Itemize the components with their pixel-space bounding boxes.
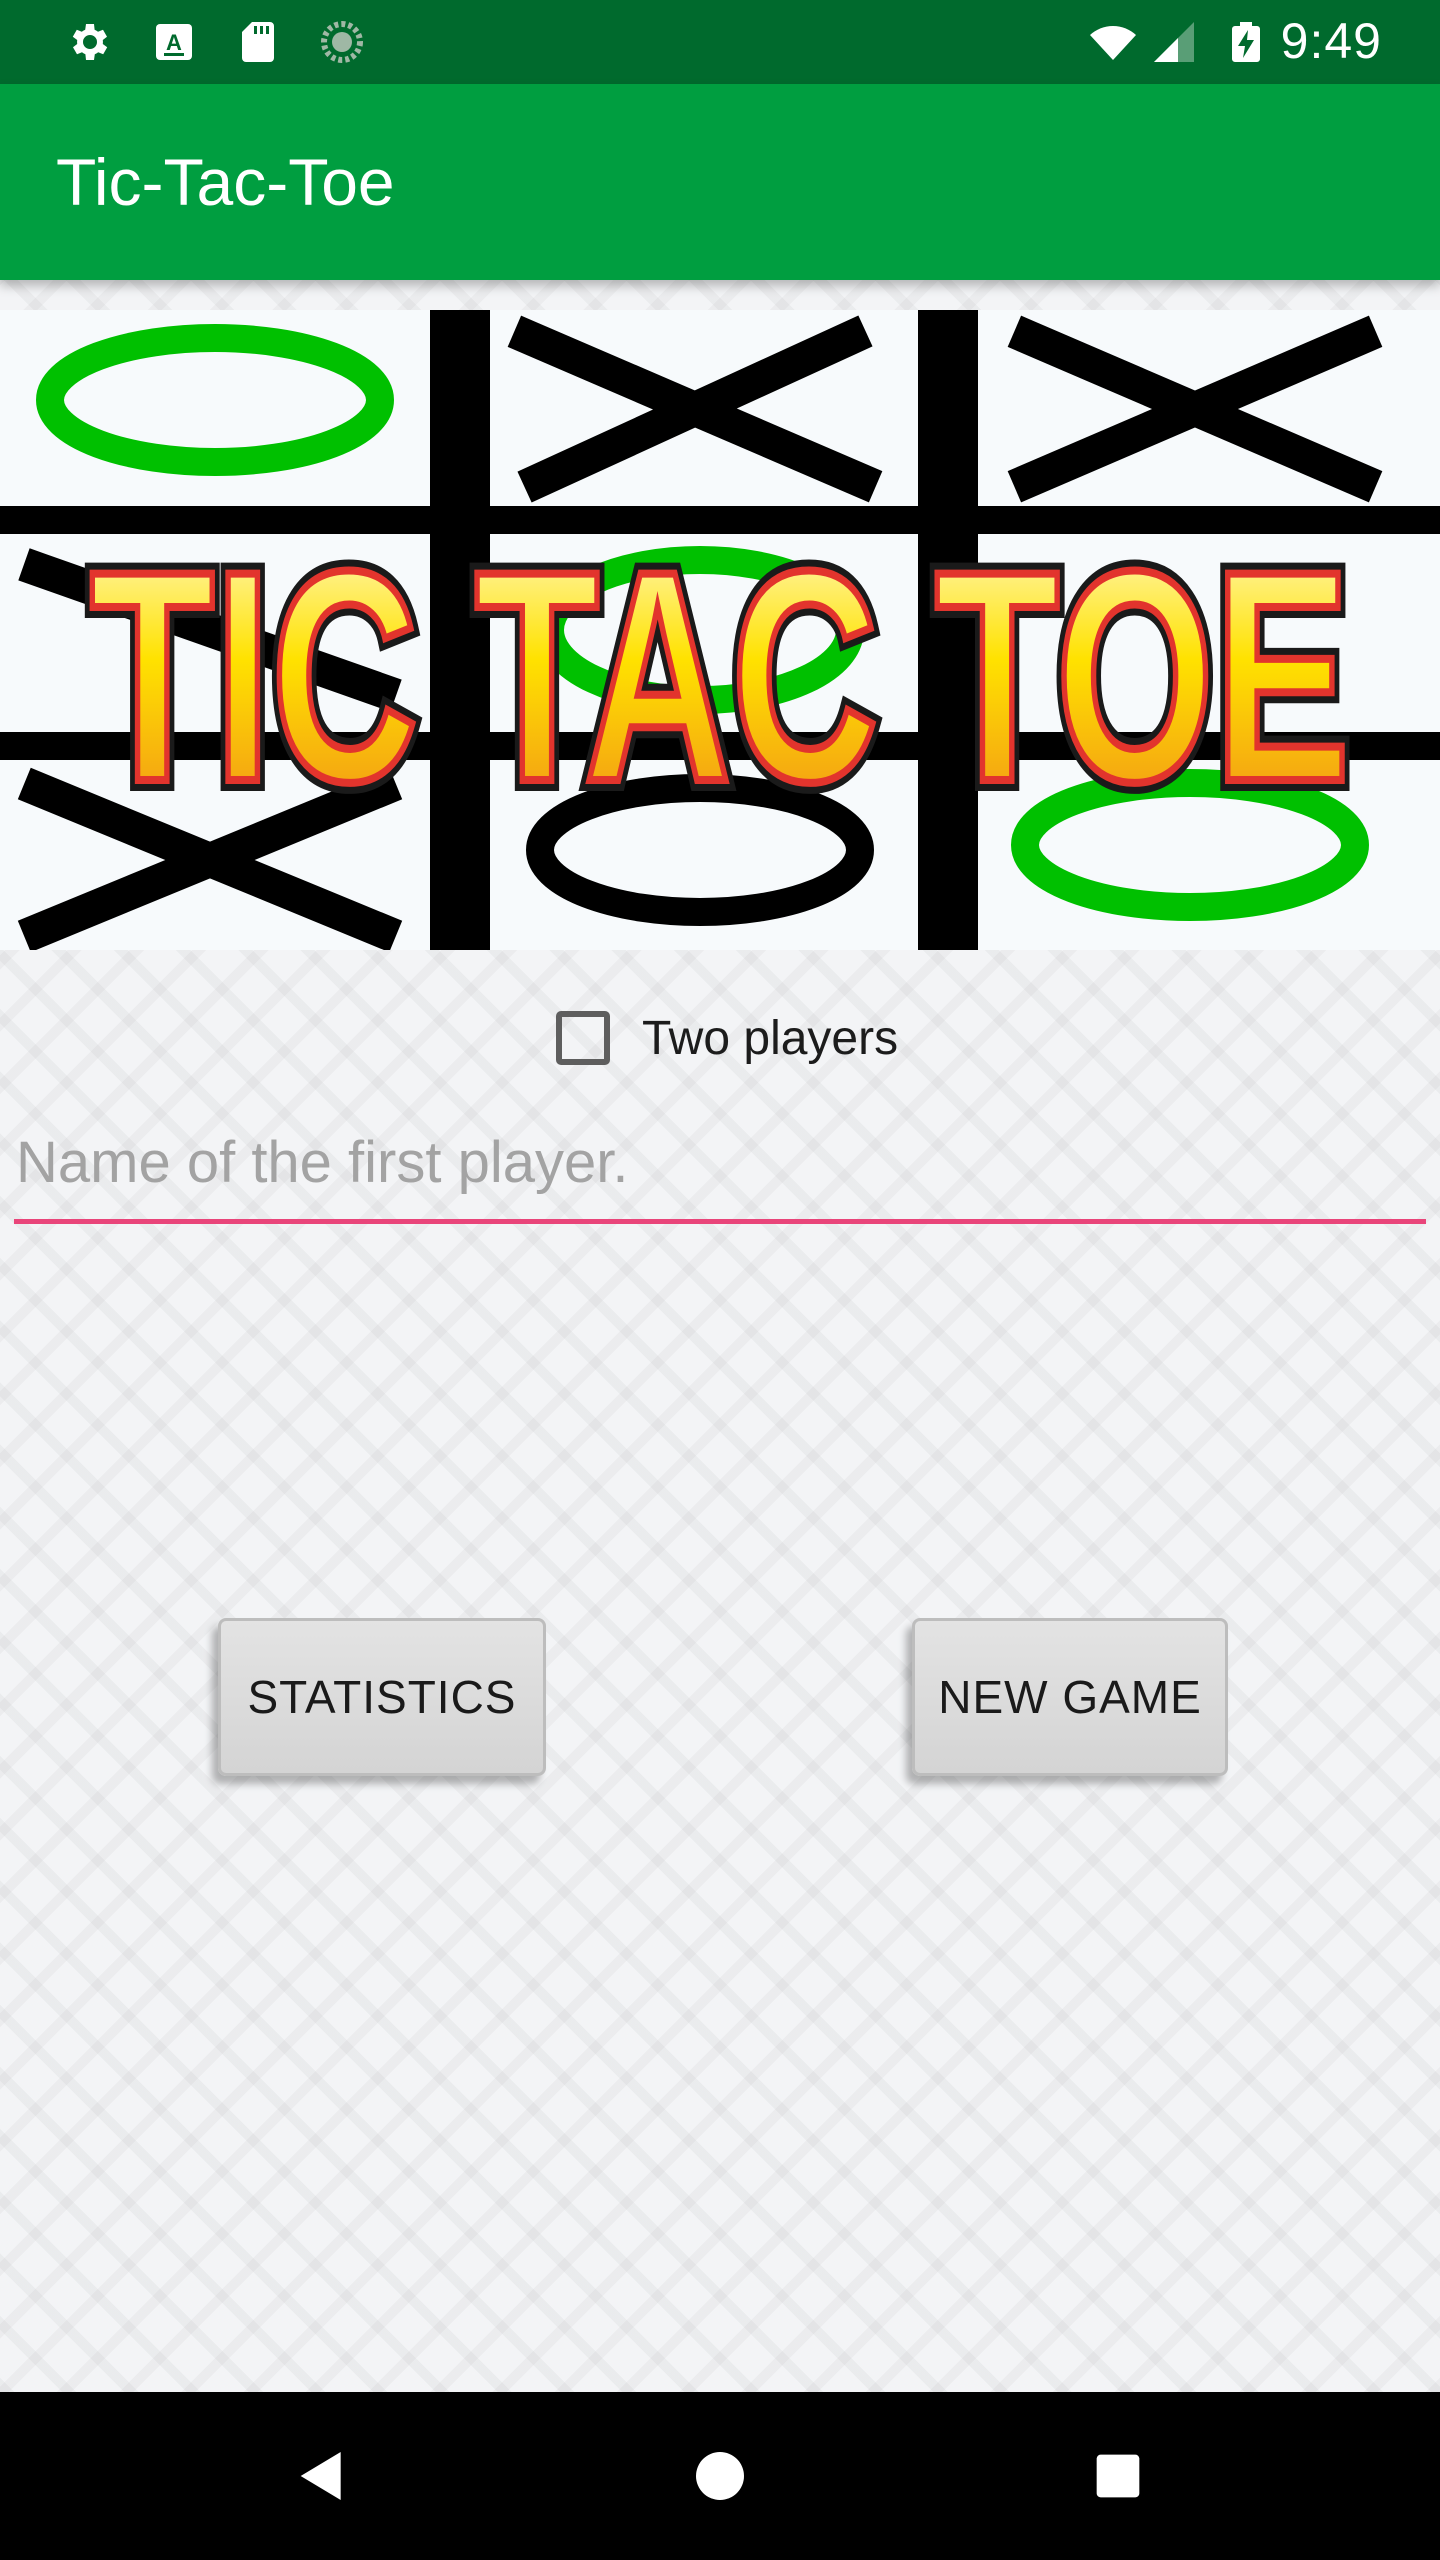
settings-icon — [72, 24, 108, 60]
sync-icon — [321, 21, 363, 63]
wifi-icon — [1090, 26, 1136, 60]
battery-charging-icon — [1232, 22, 1260, 62]
checkbox-icon[interactable] — [556, 1011, 610, 1065]
home-icon[interactable] — [688, 2444, 752, 2508]
two-players-label: Two players — [642, 1011, 899, 1065]
recents-icon[interactable] — [1086, 2444, 1150, 2508]
sd-card-icon — [242, 22, 274, 62]
navigation-bar — [0, 2392, 1440, 2560]
signal-icon — [1154, 22, 1194, 62]
first-player-name-input[interactable] — [14, 1120, 1426, 1224]
svg-text:TIC TAC TOE: TIC TAC TOE — [90, 508, 1350, 844]
two-players-checkbox[interactable]: Two players — [556, 1000, 898, 1076]
statistics-button[interactable]: STATISTICS — [218, 1618, 546, 1776]
banner-artwork: TIC TAC TOE TIC TAC TOE — [0, 310, 1440, 950]
app-title: Tic-Tac-Toe — [56, 145, 395, 219]
status-bar: A 9:49 — [0, 0, 1440, 84]
new-game-button[interactable]: NEW GAME — [912, 1618, 1228, 1776]
tic-tac-toe-banner-image: TIC TAC TOE TIC TAC TOE — [0, 310, 1440, 950]
a-keyboard-icon: A — [156, 24, 192, 60]
back-icon[interactable] — [290, 2444, 354, 2508]
clock: 9:49 — [1280, 13, 1382, 69]
svg-text:A: A — [166, 30, 182, 55]
app-bar: Tic-Tac-Toe — [0, 84, 1440, 280]
